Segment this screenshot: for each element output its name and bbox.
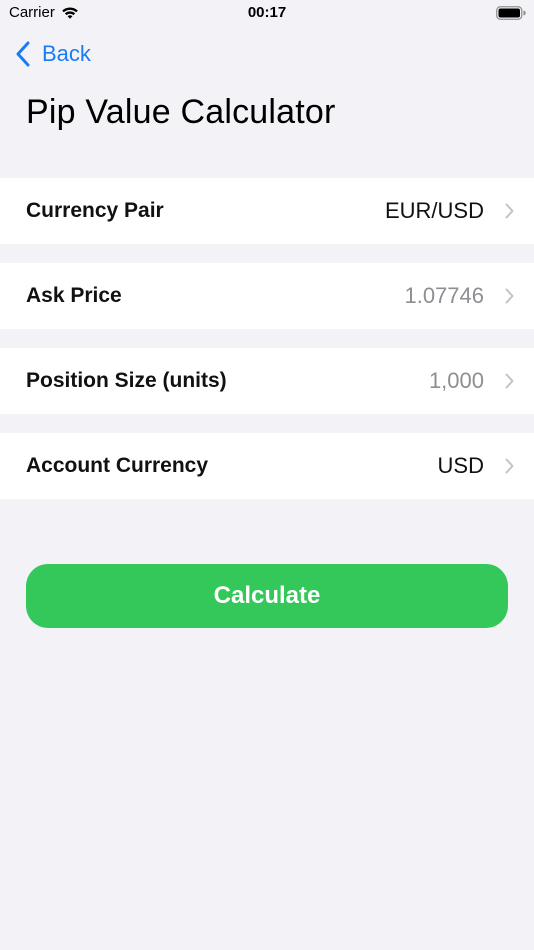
position-size-value: 1,000 [428,368,484,393]
chevron-right-icon [505,373,514,389]
status-bar: Carrier 00:17 [0,0,534,28]
account-currency-label: Account Currency [26,454,209,477]
position-size-label: Position Size (units) [26,369,227,392]
calculate-button[interactable]: Calculate [26,564,508,628]
back-button[interactable]: Back [16,38,91,70]
page-title: Pip Value Calculator [26,93,336,131]
status-time: 00:17 [247,4,287,21]
ask-price-row[interactable]: Ask Price 1.07746 [0,263,534,329]
currency-pair-label: Currency Pair [26,199,164,222]
battery-icon [496,6,526,20]
back-label: Back [42,41,91,66]
account-currency-row[interactable]: Account Currency USD [0,433,534,499]
chevron-left-icon [16,41,30,67]
account-currency-value: USD [437,453,484,478]
currency-pair-row[interactable]: Currency Pair EUR/USD [0,178,534,244]
chevron-right-icon [505,458,514,474]
currency-pair-value: EUR/USD [384,198,484,223]
chevron-right-icon [505,288,514,304]
position-size-row[interactable]: Position Size (units) 1,000 [0,348,534,414]
chevron-right-icon [505,203,514,219]
ask-price-label: Ask Price [26,284,122,307]
ask-price-value: 1.07746 [404,283,484,308]
